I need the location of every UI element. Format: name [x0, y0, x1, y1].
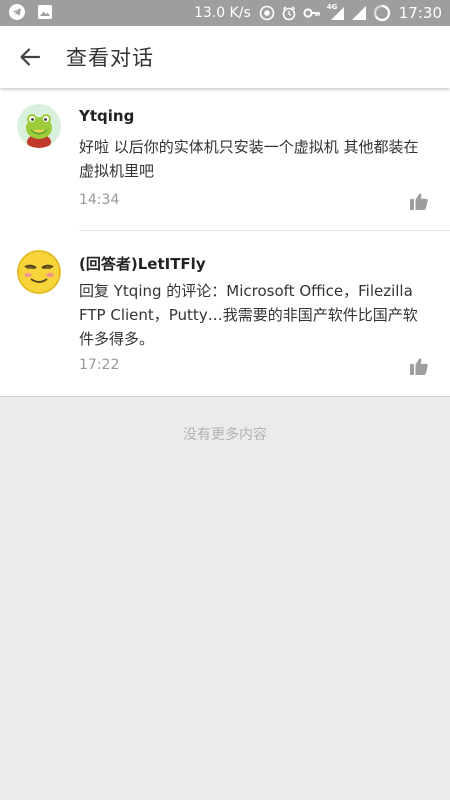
clock: 17:30 [398, 4, 442, 22]
status-bar: 13.0 K/s 4G 17:30 [0, 0, 450, 26]
comment-text: 好啦 以后你的实体机只安装一个虚拟机 其他都装在虚拟机里吧 [79, 138, 419, 180]
no-more-content: 没有更多内容 [183, 427, 267, 443]
comment-time: 17:22 [79, 357, 120, 373]
comment-author[interactable]: Ytqing [79, 107, 134, 125]
back-button[interactable] [0, 26, 60, 88]
thumbs-up-icon[interactable] [409, 356, 429, 376]
telegram-icon [9, 4, 25, 20]
comment-text: 回复 Ytqing 的评论：Microsoft Office，Filezilla… [79, 282, 418, 348]
status-right: 13.0 K/s 4G 17:30 [194, 0, 442, 26]
avatar[interactable] [17, 250, 61, 294]
page-title: 查看对话 [66, 46, 154, 70]
arrow-left-icon [20, 48, 41, 66]
battery-icon [373, 4, 390, 22]
circle-dot-icon [259, 5, 275, 21]
app-bar: 查看对话 [0, 26, 450, 88]
comment-time: 14:34 [79, 192, 120, 208]
comment-item: Ytqing 好啦 以后你的实体机只安装一个虚拟机 其他都装在虚拟机里吧 14:… [0, 88, 450, 230]
comment-item: (回答者)LetITFly 回复 Ytqing 的评论：Microsoft Of… [0, 231, 450, 396]
network-speed: 13.0 K/s [193, 5, 251, 21]
key-icon [303, 8, 320, 18]
signal-4g-icon: 4G [327, 3, 345, 21]
image-icon [38, 5, 52, 19]
thumbs-up-icon[interactable] [409, 191, 429, 211]
signal-icon [351, 6, 366, 20]
status-left-icons [8, 3, 54, 21]
conversation-list: Ytqing 好啦 以后你的实体机只安装一个虚拟机 其他都装在虚拟机里吧 14:… [0, 88, 450, 397]
alarm-icon [282, 6, 296, 21]
comment-author[interactable]: (回答者)LetITFly [79, 253, 206, 274]
avatar[interactable] [17, 104, 61, 148]
